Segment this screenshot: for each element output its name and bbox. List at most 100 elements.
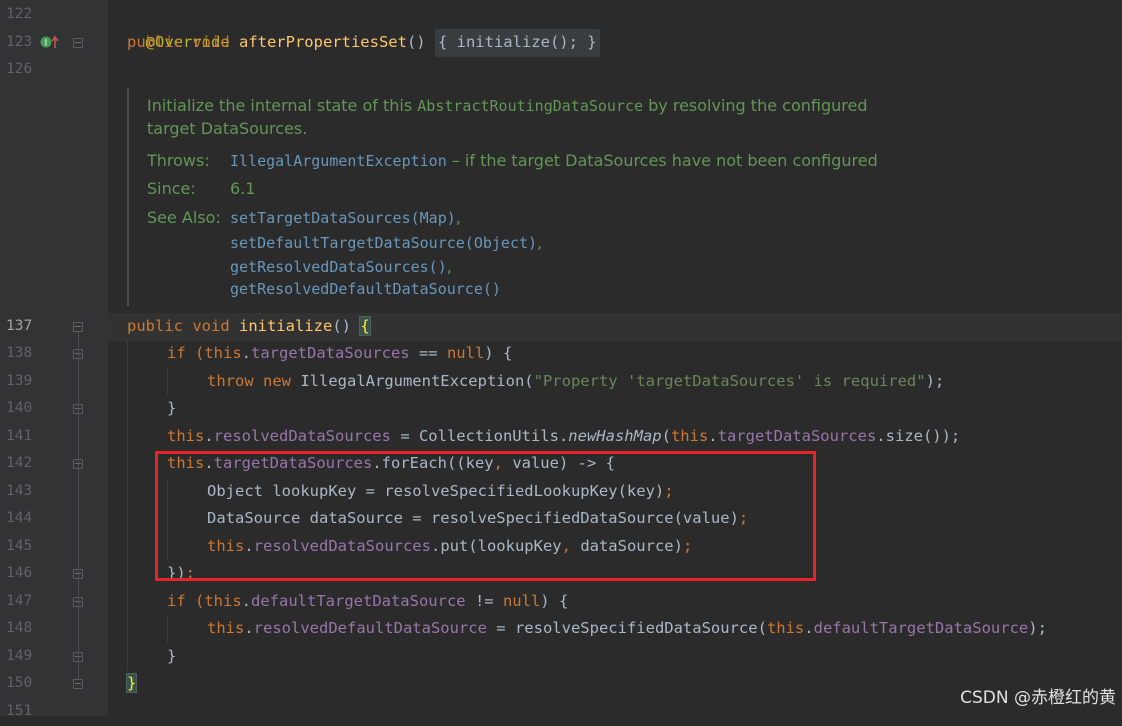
line-number[interactable]: 149: [6, 643, 36, 671]
code-line[interactable]: this.resolvedDataSources = CollectionUti…: [167, 423, 960, 451]
doc-since-row: Since: 6.1: [147, 178, 255, 200]
doc-separator: ,: [455, 208, 461, 227]
code-text: );: [925, 372, 945, 390]
code-text: }: [167, 647, 177, 665]
line-number[interactable]: 138: [6, 340, 36, 368]
doc-see-row: getResolvedDataSources(),: [230, 256, 452, 278]
indent-guide: [167, 368, 168, 395]
keyword: if (: [167, 344, 205, 362]
doc-see-row: See Also: setTargetDataSources(Map),: [147, 207, 461, 229]
line-number[interactable]: 137: [6, 313, 36, 341]
svg-text:I: I: [45, 39, 48, 49]
doc-text: – if the target DataSources have not bee…: [446, 151, 878, 170]
field-ref: targetDataSources: [251, 344, 410, 362]
indent-guide: [127, 340, 128, 670]
code-line[interactable]: @Override: [127, 1, 230, 51]
code-text: ==: [409, 344, 447, 362]
code-text: .: [804, 619, 814, 637]
line-number[interactable]: 143: [6, 478, 36, 506]
doc-text: by resolving the configured: [643, 96, 868, 115]
doc-see-row: setDefaultTargetDataSource(Object),: [230, 232, 542, 254]
static-method: newHashMap: [568, 427, 662, 445]
watermark: CSDN @赤橙红的黄: [960, 688, 1116, 708]
keyword: public void: [127, 33, 239, 51]
doc-link[interactable]: setDefaultTargetDataSource(Object): [230, 234, 537, 252]
method-name: afterPropertiesSet: [238, 33, 407, 51]
indent-guide: [167, 615, 168, 643]
code-text: .: [244, 619, 254, 637]
doc-label: Throws:: [147, 151, 210, 170]
doc-link[interactable]: getResolvedDataSources(): [230, 258, 447, 276]
fold-toggle-icon[interactable]: [73, 38, 83, 48]
code-text: .size());: [876, 427, 961, 445]
code-text: = CollectionUtils.: [390, 427, 569, 445]
keyword: this: [167, 427, 205, 445]
code-text: (: [661, 427, 671, 445]
keyword: throw new: [207, 372, 301, 390]
method-name: initialize: [238, 317, 333, 335]
line-number[interactable]: 146: [6, 560, 36, 588]
code-line[interactable]: }: [125, 670, 138, 698]
keyword: this: [204, 344, 242, 362]
field-ref: targetDataSources: [717, 427, 877, 445]
doc-see-row: getResolvedDefaultDataSource(): [230, 278, 501, 300]
line-number[interactable]: 122: [6, 1, 36, 29]
matched-brace: }: [125, 673, 138, 693]
doc-code-ref: AbstractRoutingDataSource: [417, 97, 644, 115]
code-line[interactable]: this.resolvedDefaultDataSource = resolve…: [207, 615, 1047, 643]
fold-range-line: [78, 332, 79, 679]
keyword: this: [207, 619, 245, 637]
folded-code-region[interactable]: { initialize(); }: [434, 29, 600, 57]
code-text: );: [1028, 619, 1047, 637]
highlight-annotation-box: [155, 451, 816, 581]
line-number[interactable]: 150: [6, 670, 36, 698]
doc-label: Since:: [147, 179, 196, 198]
line-number[interactable]: 140: [6, 395, 36, 423]
fold-toggle-icon[interactable]: [73, 679, 83, 689]
field-ref: defaultTargetDataSource: [813, 619, 1029, 637]
override-gutter-icon[interactable]: I: [40, 35, 62, 49]
line-number[interactable]: 141: [6, 423, 36, 451]
code-text: .: [708, 427, 718, 445]
code-text: .: [204, 427, 214, 445]
code-text: ) {: [484, 344, 513, 362]
doc-since-value: 6.1: [230, 179, 256, 198]
keyword: this: [204, 592, 242, 610]
code-text: .: [241, 592, 251, 610]
fold-toggle-icon[interactable]: [73, 322, 83, 332]
doc-throws-row: Throws: IllegalArgumentException – if the…: [147, 150, 878, 172]
doc-link[interactable]: IllegalArgumentException: [230, 152, 447, 170]
code-line[interactable]: public void initialize() {: [127, 313, 371, 341]
line-number[interactable]: 144: [6, 505, 36, 533]
keyword: null: [502, 592, 541, 610]
line-number[interactable]: 139: [6, 368, 36, 396]
keyword: this: [766, 619, 805, 637]
code-line[interactable]: if (this.targetDataSources == null) {: [167, 340, 512, 368]
doc-link[interactable]: getResolvedDefaultDataSource(): [230, 280, 501, 298]
line-number[interactable]: 145: [6, 533, 36, 561]
code-line[interactable]: public void afterPropertiesSet() { initi…: [127, 29, 600, 57]
code-text: = resolveSpecifiedDataSource(: [486, 619, 767, 637]
doc-link[interactable]: setTargetDataSources(Map): [230, 209, 456, 227]
string-literal: "Property 'targetDataSources' is require…: [533, 372, 926, 390]
code-text: (): [332, 317, 361, 335]
line-number[interactable]: 126: [6, 56, 36, 84]
field-ref: resolvedDefaultDataSource: [253, 619, 487, 637]
line-number[interactable]: 151: [6, 698, 36, 726]
code-line[interactable]: }: [167, 643, 176, 671]
keyword: if (: [167, 592, 205, 610]
line-number[interactable]: 148: [6, 615, 36, 643]
code-line[interactable]: throw new IllegalArgumentException("Prop…: [207, 368, 944, 396]
line-number[interactable]: 147: [6, 588, 36, 616]
doc-separator: ,: [537, 233, 543, 252]
code-line[interactable]: if (this.defaultTargetDataSource != null…: [167, 588, 568, 616]
line-number[interactable]: 123: [6, 29, 36, 57]
doc-separator: ,: [446, 257, 452, 276]
line-number[interactable]: 142: [6, 450, 36, 478]
code-text: }: [167, 399, 177, 417]
code-line[interactable]: }: [167, 395, 176, 423]
code-text: ) {: [540, 592, 569, 610]
rendered-javadoc: Initialize the internal state of this Ab…: [127, 88, 1122, 306]
keyword: null: [446, 344, 485, 362]
matched-brace: {: [359, 316, 371, 336]
